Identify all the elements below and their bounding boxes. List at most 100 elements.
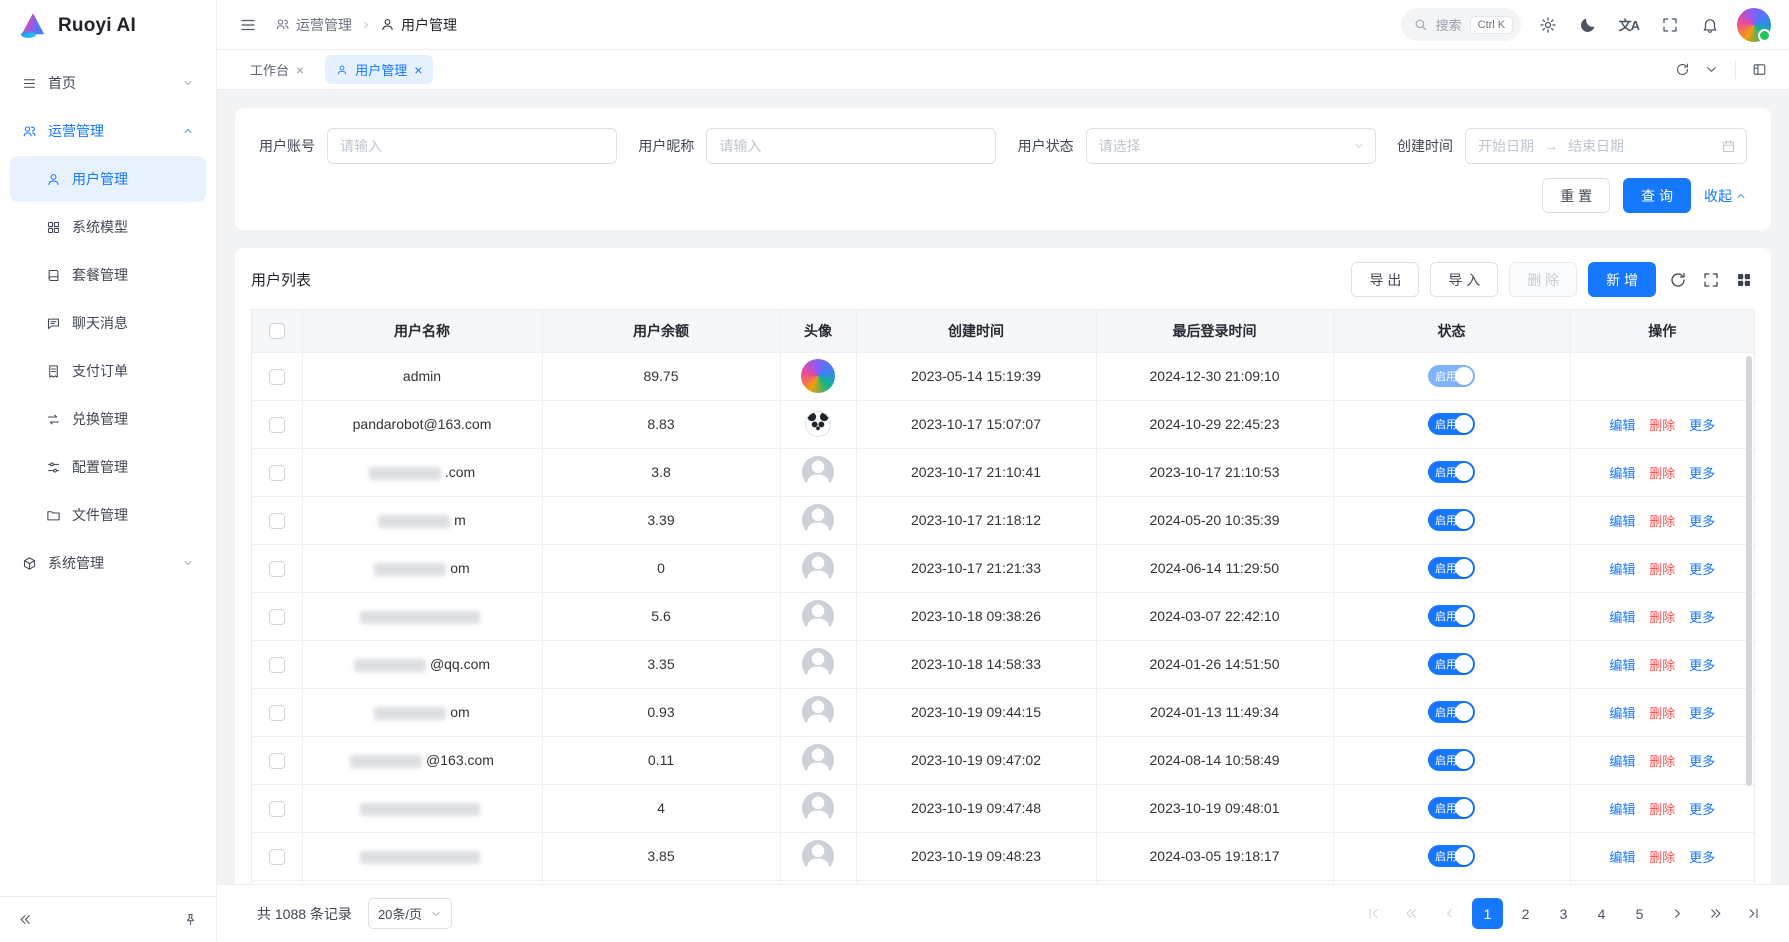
sidebar-item-chat-messages[interactable]: 聊天消息	[10, 300, 206, 346]
edit-link[interactable]: 编辑	[1609, 706, 1635, 721]
delete-link[interactable]: 删除	[1649, 706, 1675, 721]
delete-link[interactable]: 删除	[1649, 466, 1675, 481]
dark-mode-button[interactable]	[1575, 12, 1601, 38]
user-status-select[interactable]: 请选择	[1086, 128, 1376, 164]
more-link[interactable]: 更多	[1689, 418, 1715, 433]
pin-sidebar-button[interactable]	[179, 908, 202, 931]
breadcrumb-item-operations[interactable]: 运营管理	[275, 15, 352, 35]
user-avatar[interactable]	[1737, 8, 1771, 42]
language-button[interactable]: 文A	[1615, 11, 1643, 38]
delete-link[interactable]: 删除	[1649, 418, 1675, 433]
row-checkbox[interactable]	[269, 513, 285, 529]
close-icon[interactable]: ×	[296, 63, 304, 77]
next-page-button[interactable]	[1662, 898, 1693, 929]
status-toggle[interactable]: 启用	[1428, 557, 1475, 579]
import-button[interactable]: 导 入	[1430, 262, 1498, 297]
edit-link[interactable]: 编辑	[1609, 418, 1635, 433]
user-account-input[interactable]	[327, 128, 617, 164]
status-toggle[interactable]: 启用	[1428, 749, 1475, 771]
sidebar-item-package-management[interactable]: 套餐管理	[10, 252, 206, 298]
collapse-sidebar-button[interactable]	[14, 908, 37, 931]
status-toggle[interactable]: 启用	[1428, 461, 1475, 483]
edit-link[interactable]: 编辑	[1609, 466, 1635, 481]
page-button-3[interactable]: 3	[1548, 898, 1579, 929]
edit-link[interactable]: 编辑	[1609, 610, 1635, 625]
table-fullscreen-button[interactable]	[1700, 269, 1722, 291]
settings-button[interactable]	[1535, 12, 1561, 38]
add-button[interactable]: 新 增	[1588, 262, 1656, 297]
sidebar-item-exchange-management[interactable]: 兑换管理	[10, 396, 206, 442]
status-toggle[interactable]: 启用	[1428, 365, 1475, 387]
status-toggle[interactable]: 启用	[1428, 413, 1475, 435]
status-toggle[interactable]: 启用	[1428, 653, 1475, 675]
row-checkbox[interactable]	[269, 657, 285, 673]
user-nickname-input[interactable]	[706, 128, 996, 164]
tab-user-management[interactable]: 用户管理 ×	[325, 55, 433, 84]
last-page-button[interactable]	[1738, 898, 1769, 929]
fullscreen-button[interactable]	[1657, 12, 1683, 38]
first-page-button[interactable]	[1358, 898, 1389, 929]
jump-forward-button[interactable]	[1700, 898, 1731, 929]
status-toggle[interactable]: 启用	[1428, 701, 1475, 723]
refresh-page-button[interactable]	[1671, 58, 1694, 81]
row-checkbox[interactable]	[269, 561, 285, 577]
delete-button[interactable]: 删 除	[1509, 262, 1577, 297]
created-time-range-picker[interactable]: 开始日期 → 结束日期	[1465, 128, 1747, 164]
more-link[interactable]: 更多	[1689, 802, 1715, 817]
delete-link[interactable]: 删除	[1649, 754, 1675, 769]
edit-link[interactable]: 编辑	[1609, 802, 1635, 817]
status-toggle[interactable]: 启用	[1428, 509, 1475, 531]
sidebar-item-system-management[interactable]: 系统管理	[10, 540, 206, 586]
more-link[interactable]: 更多	[1689, 706, 1715, 721]
row-checkbox[interactable]	[269, 801, 285, 817]
close-icon[interactable]: ×	[414, 63, 422, 77]
more-link[interactable]: 更多	[1689, 514, 1715, 529]
tab-options-button[interactable]	[1700, 58, 1723, 81]
search-button[interactable]: 查 询	[1623, 178, 1691, 213]
row-checkbox[interactable]	[269, 369, 285, 385]
delete-link[interactable]: 删除	[1649, 802, 1675, 817]
edit-link[interactable]: 编辑	[1609, 658, 1635, 673]
more-link[interactable]: 更多	[1689, 850, 1715, 865]
page-button-2[interactable]: 2	[1510, 898, 1541, 929]
delete-link[interactable]: 删除	[1649, 850, 1675, 865]
edit-link[interactable]: 编辑	[1609, 754, 1635, 769]
select-all-checkbox[interactable]	[269, 323, 285, 339]
row-checkbox[interactable]	[269, 417, 285, 433]
global-search[interactable]: 搜索 Ctrl K	[1401, 8, 1521, 41]
more-link[interactable]: 更多	[1689, 610, 1715, 625]
status-toggle[interactable]: 启用	[1428, 797, 1475, 819]
edit-link[interactable]: 编辑	[1609, 562, 1635, 577]
status-toggle[interactable]: 启用	[1428, 605, 1475, 627]
breadcrumb-item-user-management[interactable]: 用户管理	[380, 15, 457, 35]
more-link[interactable]: 更多	[1689, 754, 1715, 769]
tab-workbench[interactable]: 工作台 ×	[239, 55, 315, 84]
row-checkbox[interactable]	[269, 609, 285, 625]
status-toggle[interactable]: 启用	[1428, 845, 1475, 867]
jump-back-button[interactable]	[1396, 898, 1427, 929]
delete-link[interactable]: 删除	[1649, 562, 1675, 577]
delete-link[interactable]: 删除	[1649, 658, 1675, 673]
delete-link[interactable]: 删除	[1649, 610, 1675, 625]
sidebar-item-home[interactable]: 首页	[10, 60, 206, 106]
more-link[interactable]: 更多	[1689, 466, 1715, 481]
layout-toggle-button[interactable]	[1748, 58, 1771, 81]
edit-link[interactable]: 编辑	[1609, 514, 1635, 529]
sidebar-item-config-management[interactable]: 配置管理	[10, 444, 206, 490]
delete-link[interactable]: 删除	[1649, 514, 1675, 529]
collapse-filter-link[interactable]: 收起	[1704, 186, 1747, 206]
sidebar-item-system-model[interactable]: 系统模型	[10, 204, 206, 250]
sidebar-item-file-management[interactable]: 文件管理	[10, 492, 206, 538]
more-link[interactable]: 更多	[1689, 658, 1715, 673]
page-button-1[interactable]: 1	[1472, 898, 1503, 929]
page-size-select[interactable]: 20条/页	[368, 898, 452, 929]
sidebar-item-user-management[interactable]: 用户管理	[10, 156, 206, 202]
prev-page-button[interactable]	[1434, 898, 1465, 929]
more-link[interactable]: 更多	[1689, 562, 1715, 577]
page-button-5[interactable]: 5	[1624, 898, 1655, 929]
refresh-table-button[interactable]	[1667, 269, 1689, 291]
page-button-4[interactable]: 4	[1586, 898, 1617, 929]
export-button[interactable]: 导 出	[1351, 262, 1419, 297]
sidebar-item-payment-orders[interactable]: 支付订单	[10, 348, 206, 394]
row-checkbox[interactable]	[269, 705, 285, 721]
